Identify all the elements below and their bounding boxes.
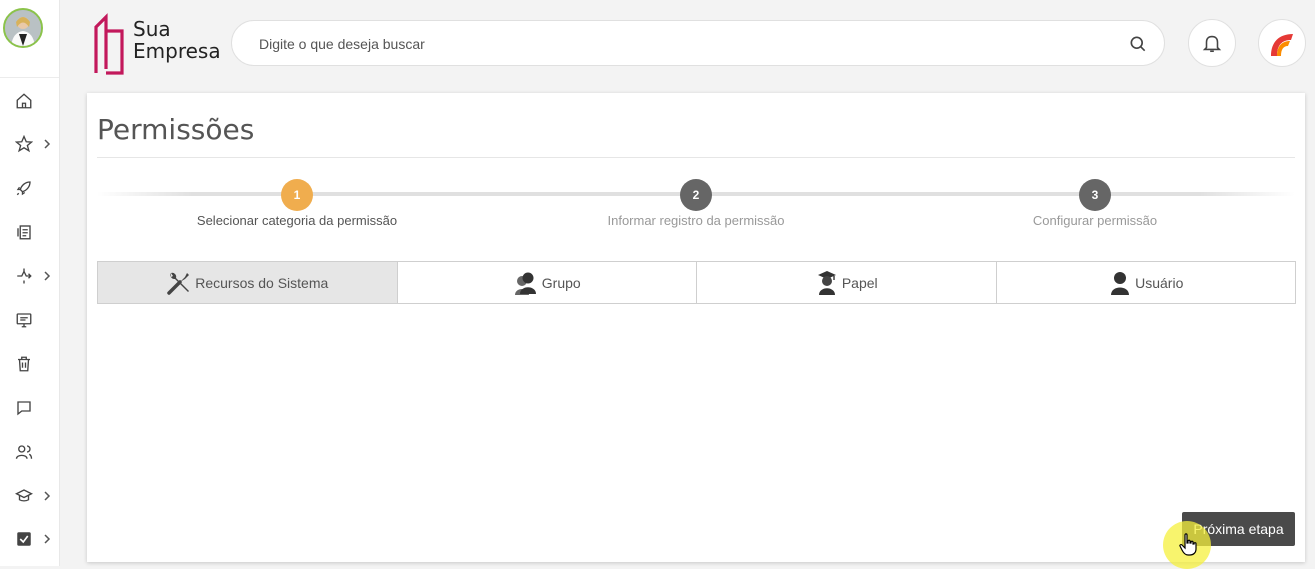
step-3-label: Configurar permissão: [1032, 213, 1158, 228]
app-logo-button[interactable]: [1258, 19, 1306, 67]
chevron-right-icon: [44, 139, 51, 149]
chevron-right-icon: [44, 271, 51, 281]
monitor-icon: [16, 313, 32, 328]
search-input[interactable]: [257, 33, 1121, 55]
group-icon: [514, 272, 536, 295]
tab-user-label: Usuário: [1135, 274, 1184, 291]
graduation-cap-icon: [15, 489, 33, 502]
task-check-icon: [17, 532, 31, 546]
bell-icon: [1202, 35, 1222, 53]
tab-group-label: Grupo: [541, 274, 581, 291]
step-3-indicator: 3: [1079, 179, 1111, 211]
step-1-label: Selecionar categoria da permissão: [196, 213, 398, 228]
star-icon: [15, 135, 33, 153]
search-bar: [231, 20, 1165, 66]
brand-name-line2: Empresa: [133, 39, 221, 63]
sidebar-item-courses[interactable]: [0, 478, 59, 514]
tools-icon: [167, 272, 190, 295]
sidebar-item-workflow[interactable]: [0, 258, 59, 294]
step-2-indicator: 2: [680, 179, 712, 211]
home-icon: [16, 93, 32, 109]
sidebar-item-favorites[interactable]: [0, 126, 59, 162]
sidebar-item-trash[interactable]: [0, 346, 59, 382]
tab-system-resources-label: Recursos do Sistema: [195, 274, 329, 291]
brand-name: Sua Empresa: [133, 18, 221, 62]
user-photo-icon: [5, 10, 41, 46]
notifications-button[interactable]: [1188, 19, 1236, 67]
sidebar-divider: [0, 77, 59, 78]
user-icon: [1111, 271, 1130, 295]
step-2-label: Informar registro da permissão: [607, 213, 785, 228]
tab-role[interactable]: Papel: [696, 261, 997, 304]
sidebar-item-documents[interactable]: [0, 214, 59, 250]
tab-group[interactable]: Grupo: [396, 261, 697, 304]
page-title: Permissões: [97, 113, 255, 146]
documents-icon: [17, 225, 31, 240]
tab-role-label: Papel: [841, 274, 878, 291]
app-logo-icon: [1271, 34, 1293, 56]
tab-user[interactable]: Usuário: [995, 261, 1296, 304]
sidebar-item-home[interactable]: [0, 83, 59, 119]
trash-icon: [18, 356, 30, 372]
chevron-right-icon: [44, 491, 51, 501]
sidebar-item-launch[interactable]: [0, 170, 59, 206]
sidebar-item-users[interactable]: [0, 434, 59, 470]
step-1-indicator: 1: [281, 179, 313, 211]
brand-name-line1: Sua: [133, 17, 171, 41]
chevron-right-icon: [44, 534, 51, 544]
permissions-card: Permissões 1 Selecionar categoria da per…: [87, 93, 1305, 562]
permission-category-tabs: Recursos do Sistema Grupo Papel Usuário: [97, 261, 1296, 304]
brand-mark-icon: [94, 13, 124, 75]
avatar[interactable]: [3, 8, 43, 48]
brand-logo[interactable]: Sua Empresa: [93, 13, 223, 75]
workflow-icon: [17, 268, 32, 284]
rocket-icon: [16, 181, 31, 196]
search-icon[interactable]: [1128, 34, 1148, 54]
tab-system-resources[interactable]: Recursos do Sistema: [97, 261, 398, 304]
sidebar-item-tasks[interactable]: [0, 521, 59, 557]
sidebar: [0, 0, 60, 566]
hand-cursor-icon: [1179, 533, 1197, 556]
sidebar-item-chat[interactable]: [0, 390, 59, 426]
title-divider: [97, 157, 1295, 158]
graduate-icon: [817, 270, 836, 295]
chat-icon: [17, 401, 31, 416]
users-icon: [15, 445, 33, 459]
sidebar-item-monitor[interactable]: [0, 302, 59, 338]
